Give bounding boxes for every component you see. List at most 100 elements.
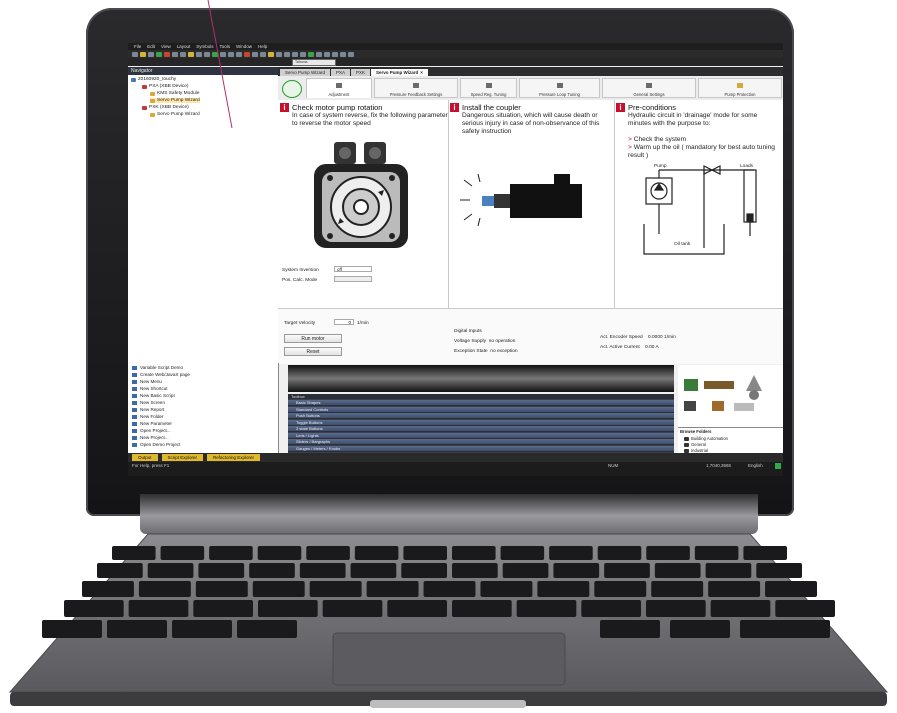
keyboard-key[interactable]	[309, 581, 362, 597]
toolbox-category[interactable]: Toggle Buttons	[288, 419, 674, 426]
system-inversion-select[interactable]: off	[334, 266, 372, 272]
action-item[interactable]: New Screen	[132, 400, 165, 405]
keyboard-key[interactable]	[604, 563, 650, 578]
output-tab[interactable]: Script Explorer	[161, 454, 204, 461]
wizard-tab[interactable]: Pressure Loop Tuning	[519, 78, 600, 98]
keyboard-key[interactable]	[258, 600, 318, 617]
target-velocity-input[interactable]: 0	[334, 319, 354, 325]
keyboard-key[interactable]	[705, 563, 752, 578]
action-item[interactable]: New Menu	[132, 379, 162, 384]
toolbar-button-icon[interactable]	[164, 51, 170, 57]
keyboard-key[interactable]	[306, 546, 350, 560]
action-item[interactable]: Open Project...	[132, 428, 171, 433]
keyboard-key[interactable]	[401, 563, 447, 578]
keyboard-key[interactable]	[138, 581, 191, 597]
keyboard-key[interactable]	[82, 581, 134, 597]
editor-tab[interactable]: Servo Pump Wizard ×	[371, 69, 428, 76]
toolbar-button-icon[interactable]	[300, 51, 306, 57]
keyboard-key[interactable]	[516, 600, 577, 617]
toolbar-button-icon[interactable]	[252, 51, 258, 57]
keyboard-key[interactable]	[322, 600, 383, 617]
keyboard-key[interactable]	[112, 546, 156, 560]
keyboard-key[interactable]	[172, 620, 232, 638]
keyboard-key[interactable]	[743, 546, 787, 560]
keyboard-key[interactable]	[147, 563, 194, 578]
tree-root[interactable]: 20160920_touchy	[131, 77, 176, 82]
keyboard-key[interactable]	[354, 546, 399, 560]
toolbar-button-icon[interactable]	[188, 51, 194, 57]
keyboard-key[interactable]	[387, 600, 447, 617]
keyboard-key[interactable]	[160, 546, 205, 560]
keyboard-key[interactable]	[581, 600, 641, 617]
editor-tab[interactable]: Servo Pump Wizard	[280, 69, 331, 76]
action-item[interactable]: Variable Script Demo	[132, 365, 183, 370]
toolbar-button-icon[interactable]	[292, 51, 298, 57]
keyboard-key[interactable]	[198, 563, 245, 578]
toolbar-button-icon[interactable]	[276, 51, 282, 57]
keyboard-key[interactable]	[193, 600, 253, 617]
toolbar-button-icon[interactable]	[340, 51, 346, 57]
pos-calc-mode-select[interactable]	[334, 276, 372, 282]
wizard-tab[interactable]: Pump Protection	[698, 78, 782, 98]
toolbar-button-icon[interactable]	[284, 51, 290, 57]
action-item[interactable]: Create Web/JavaX page	[132, 372, 190, 377]
toolbar-button-icon[interactable]	[148, 51, 154, 57]
keyboard-key[interactable]	[646, 600, 706, 617]
toolbar-button-icon[interactable]	[140, 51, 146, 57]
wizard-tab[interactable]: General Settings	[602, 78, 696, 98]
keyboard-key[interactable]	[128, 600, 189, 617]
toolbox-category[interactable]: Leds / Lights	[288, 432, 674, 439]
wizard-tab[interactable]: Speed Reg. Tuning	[460, 78, 517, 98]
keyboard-key[interactable]	[654, 563, 701, 578]
output-tab[interactable]: Output	[132, 454, 158, 461]
keyboard-key[interactable]	[740, 620, 830, 638]
toolbar-button-icon[interactable]	[348, 51, 354, 57]
folder-item[interactable]: General	[684, 442, 706, 447]
keyboard-key[interactable]	[765, 581, 817, 597]
action-item[interactable]: New Basic Script	[132, 393, 175, 398]
toolbar-button-icon[interactable]	[260, 51, 266, 57]
keyboard-key[interactable]	[594, 581, 647, 597]
close-icon[interactable]: ×	[420, 69, 423, 76]
keyboard-key[interactable]	[403, 546, 447, 560]
output-tab[interactable]: Refactoring Explorer	[207, 454, 261, 461]
keyboard-key[interactable]	[452, 546, 496, 560]
toolbox-category[interactable]: Sliders / Bargraphs	[288, 439, 674, 445]
tree-item[interactable]: Servo Pump Wizard	[150, 112, 200, 117]
keyboard-key[interactable]	[480, 581, 533, 597]
keyboard-key[interactable]	[97, 563, 143, 578]
keyboard-key[interactable]	[710, 600, 771, 617]
run-motor-button[interactable]: Run motor	[284, 334, 342, 343]
action-item[interactable]: New Project...	[132, 435, 169, 440]
menu-item[interactable]: Help	[258, 44, 267, 49]
keyboard-key[interactable]	[600, 620, 660, 638]
keyboard-key[interactable]	[423, 581, 476, 597]
keyboard-key[interactable]	[350, 563, 397, 578]
toolbox-category[interactable]: Basic Shapes	[288, 400, 674, 406]
toolbar-button-icon[interactable]	[172, 51, 178, 57]
editor-tab[interactable]: PXA	[331, 69, 351, 76]
folder-item[interactable]: Building Automation	[684, 436, 728, 441]
tree-item[interactable]: PXA (XBB Device)	[142, 84, 188, 89]
action-item[interactable]: New Folder	[132, 414, 164, 419]
keyboard-key[interactable]	[249, 563, 295, 578]
toolbar-button-icon[interactable]	[132, 51, 138, 57]
keyboard-key[interactable]	[107, 620, 167, 638]
keyboard-key[interactable]	[209, 546, 253, 560]
keyboard-key[interactable]	[651, 581, 704, 597]
keyboard-key[interactable]	[756, 563, 802, 578]
tree-item[interactable]: KMS Safety Module	[150, 91, 199, 96]
action-item[interactable]: New Shortcut	[132, 386, 168, 391]
action-item[interactable]: Open Demo Project	[132, 442, 180, 447]
action-item[interactable]: New Report	[132, 407, 164, 412]
menu-item[interactable]: Layout	[177, 44, 191, 49]
tree-item[interactable]: Servo Pump Wizard	[150, 98, 200, 103]
toolbar-button-icon[interactable]	[324, 51, 330, 57]
keyboard-key[interactable]	[252, 581, 305, 597]
keyboard-key[interactable]	[597, 546, 642, 560]
keyboard-key[interactable]	[549, 546, 593, 560]
keyboard-key[interactable]	[195, 581, 248, 597]
toolbar-button-icon[interactable]	[268, 51, 274, 57]
wizard-tab[interactable]: Adjustment	[306, 78, 372, 98]
keyboard-key[interactable]	[708, 581, 761, 597]
